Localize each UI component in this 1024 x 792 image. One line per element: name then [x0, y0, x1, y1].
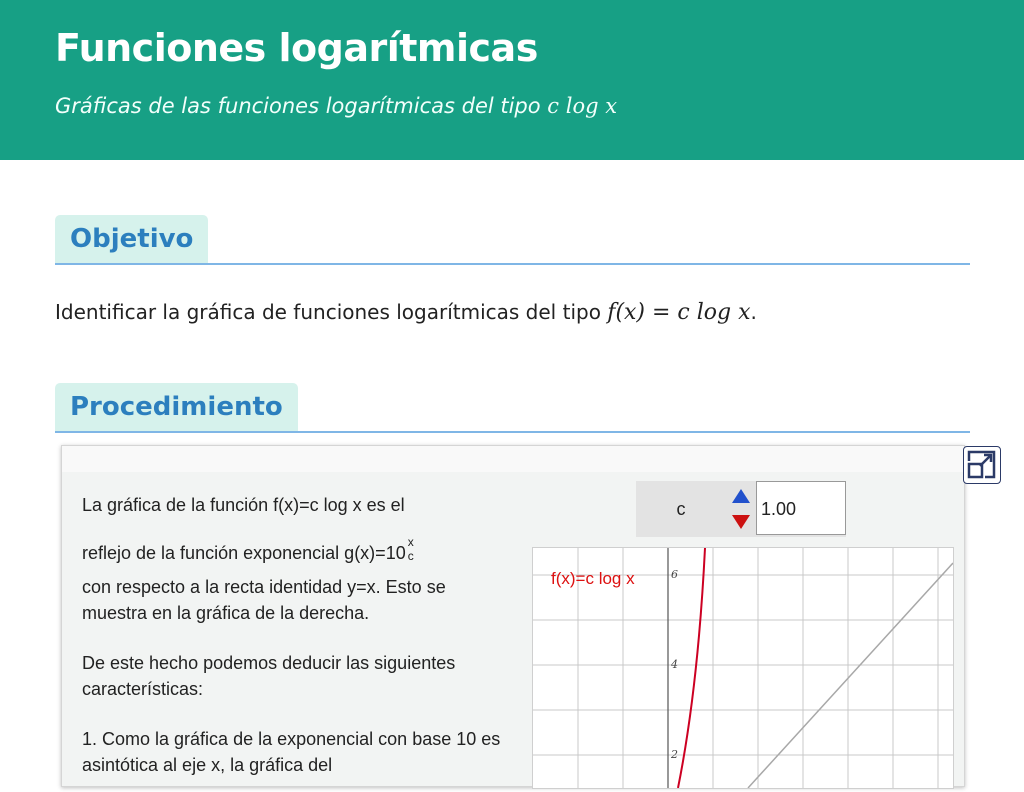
section-procedimiento-title: Procedimiento	[55, 383, 298, 431]
graph-canvas: 6 4 2 f(x)=c log x	[533, 547, 954, 789]
panel-text: La gráfica de la función f(x)=c log x es…	[82, 492, 512, 778]
c-value-input[interactable]: 1.00	[756, 481, 846, 535]
exp-function-text: reflejo de la función exponencial g(x)=1…	[82, 543, 406, 563]
panel-topbar	[62, 446, 964, 472]
y-tick-6: 6	[671, 568, 678, 581]
c-spinner	[726, 481, 756, 537]
section-objetivo-header: Objetivo	[55, 215, 970, 265]
identity-line	[747, 562, 954, 789]
objective-end: .	[750, 300, 757, 324]
page-subtitle: Gráficas de las funciones logarítmicas d…	[55, 94, 617, 118]
subtitle-text: Gráficas de las funciones logarítmicas d…	[55, 94, 548, 118]
decrement-arrow-icon[interactable]	[730, 509, 752, 535]
page-header: Funciones logarítmicas Gráficas de las f…	[0, 0, 1024, 160]
panel-paragraph-2: De este hecho podemos deducir las siguie…	[82, 653, 456, 699]
exponent-fraction: xc	[406, 535, 418, 563]
page-title: Funciones logarítmicas	[55, 26, 538, 70]
panel-paragraph-3: 1. Como la gráfica de la exponencial con…	[82, 729, 501, 775]
objective-math: f(x) = c log x	[607, 300, 751, 325]
panel-paragraph-1-line-3: con respecto a la recta identidad y=x. E…	[82, 577, 446, 623]
subtitle-math: c log x	[547, 94, 618, 118]
expand-icon	[967, 450, 996, 479]
curve-label: f(x)=c log x	[551, 569, 635, 588]
panel-paragraph-1-line-2: reflejo de la función exponencial g(x)=1…	[82, 535, 512, 566]
exponent-denominator: c	[407, 549, 414, 563]
expand-button[interactable]	[963, 446, 1001, 484]
c-parameter-label: c	[676, 499, 686, 519]
objective-sentence: Identificar la gráfica de funciones loga…	[55, 300, 608, 324]
c-parameter-control: c 1.00	[636, 481, 846, 537]
objective-text: Identificar la gráfica de funciones loga…	[55, 300, 955, 325]
y-tick-2: 2	[670, 748, 678, 761]
section-objetivo-title: Objetivo	[55, 215, 209, 263]
increment-arrow-icon[interactable]	[730, 483, 752, 509]
section-procedimiento-header: Procedimiento	[55, 383, 970, 433]
interactive-panel: La gráfica de la función f(x)=c log x es…	[61, 445, 965, 789]
function-graph[interactable]: 6 4 2 f(x)=c log x	[532, 547, 954, 789]
exponential-curve	[677, 547, 706, 789]
y-tick-4: 4	[670, 658, 678, 671]
panel-paragraph-1-line-1: La gráfica de la función f(x)=c log x es…	[82, 495, 405, 515]
